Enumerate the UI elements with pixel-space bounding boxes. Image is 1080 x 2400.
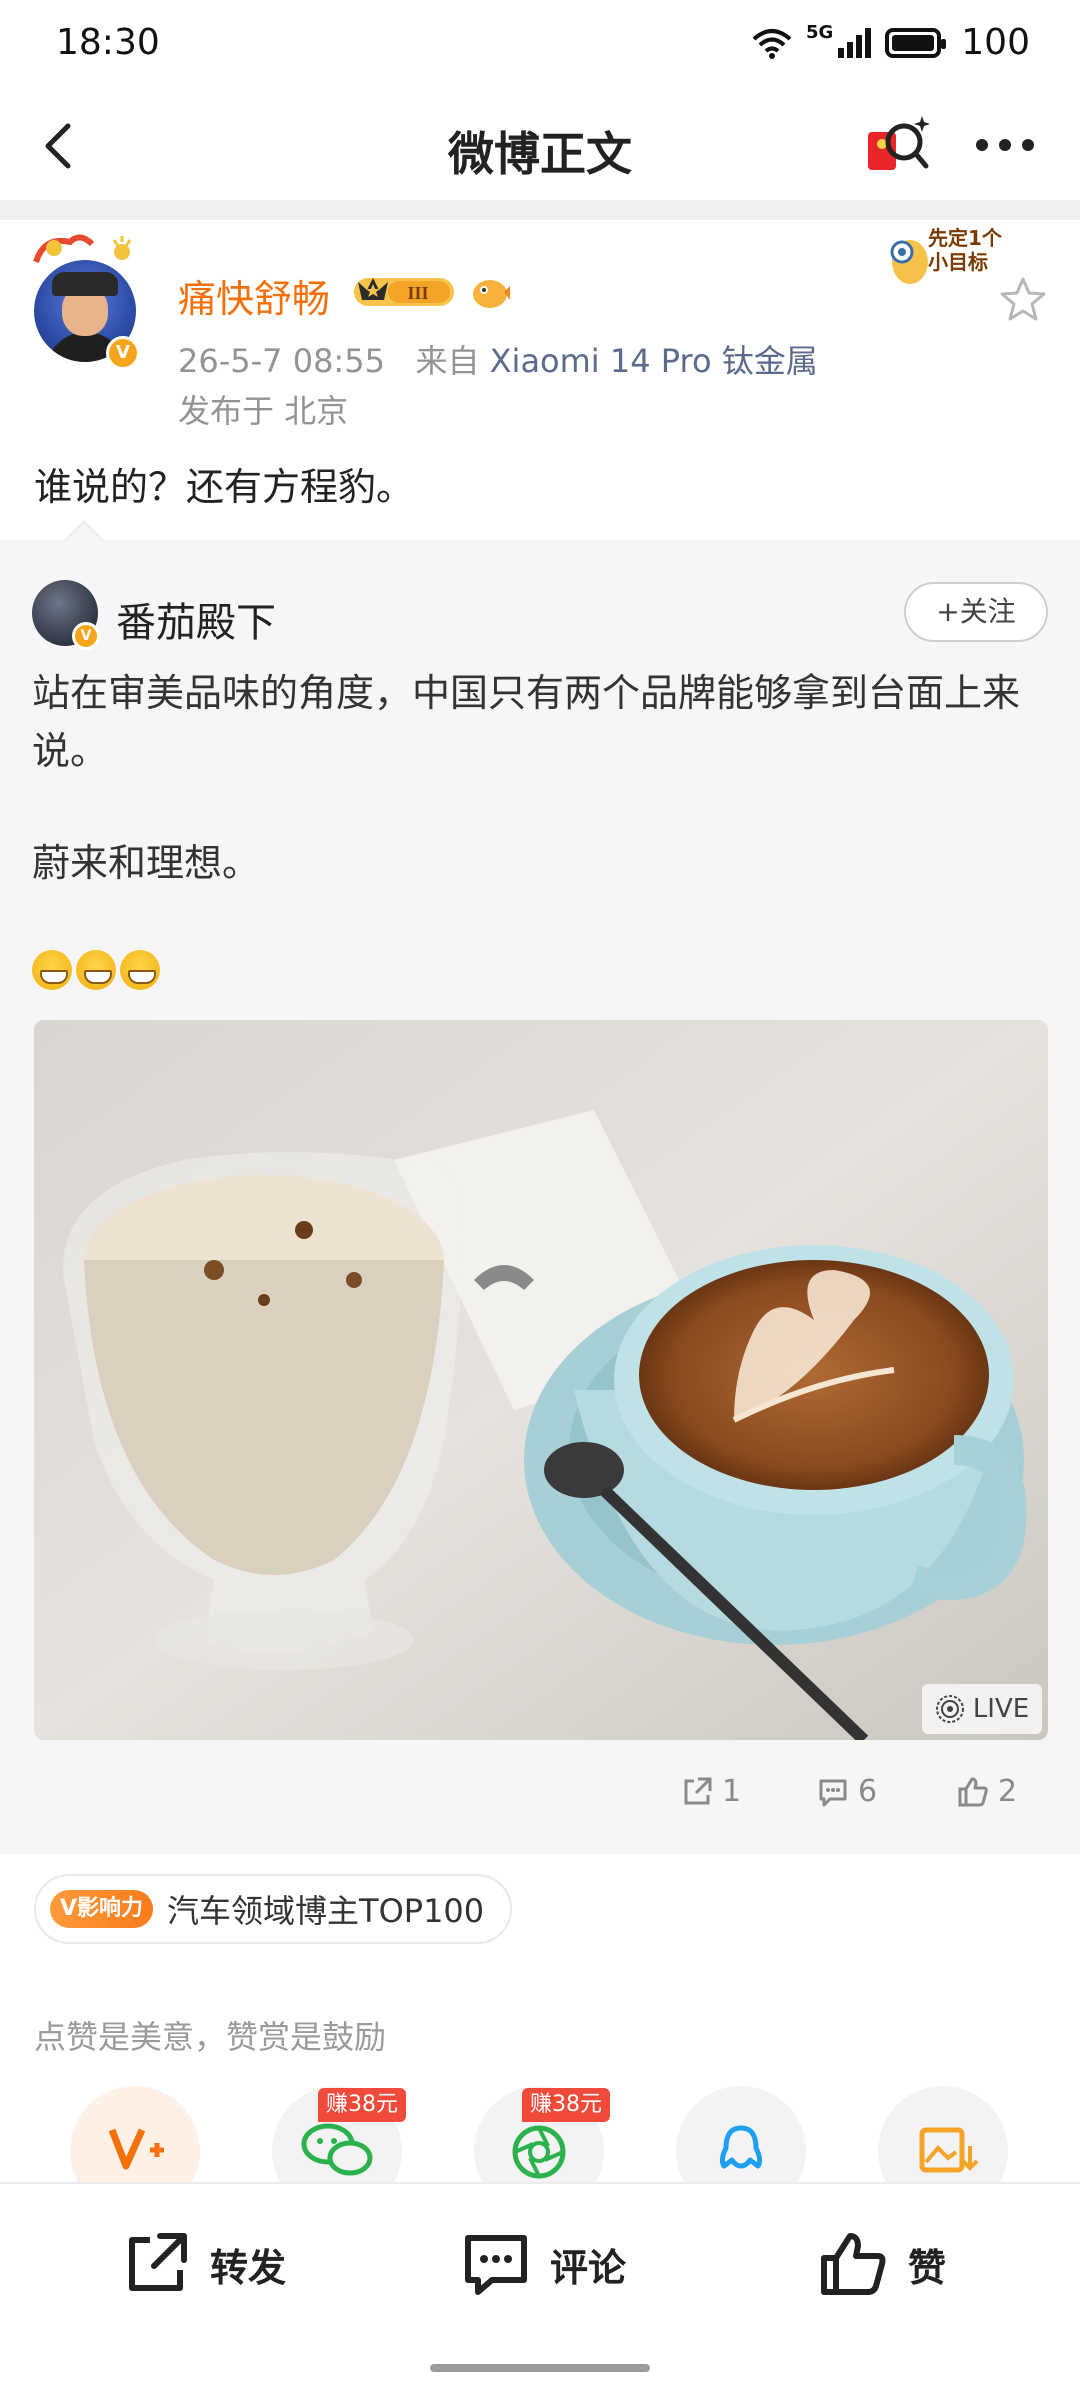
post-meta: 26-5-7 08:55 来自 Xiaomi 14 Pro 钛金属	[178, 336, 818, 382]
influence-text: 汽车领域博主TOP100	[167, 1892, 485, 1930]
screen: 18:30 5G 100 微博正文 V 痛快舒畅 III 26-5-7 08:5…	[0, 0, 1080, 2400]
grin-emoji-icon	[120, 950, 160, 990]
repost-label: 转发	[210, 2245, 287, 2290]
signal-icon	[838, 27, 872, 58]
live-photo-icon	[935, 1695, 964, 1723]
battery-icon	[885, 27, 947, 58]
comment-button[interactable]: 评论	[460, 2228, 626, 2300]
grin-emoji-icon	[32, 950, 72, 990]
post-time: 26-5-7 08:55	[178, 342, 385, 380]
battery-level: 100	[961, 22, 1030, 63]
follow-button[interactable]: +关注	[904, 582, 1048, 642]
earn-reward-tag: 赚38元	[318, 2088, 406, 2122]
retweet-comment-action[interactable]: 6	[816, 1774, 877, 1809]
qq-icon	[719, 2125, 763, 2169]
like-label: 赞	[908, 2245, 947, 2290]
network-type: 5G	[805, 22, 834, 43]
like-icon	[958, 1777, 988, 1806]
like-count: 2	[998, 1774, 1018, 1809]
post-source-prefix: 来自	[415, 342, 480, 380]
comment-count: 6	[858, 1774, 878, 1809]
live-photo-badge: LIVE	[922, 1684, 1042, 1734]
verified-badge-icon: V	[106, 336, 140, 370]
nav-bar: 微博正文	[0, 92, 1080, 200]
repost-icon	[129, 2233, 187, 2291]
post-location: 发布于 北京	[178, 392, 349, 430]
repost-button[interactable]: 转发	[120, 2228, 286, 2300]
member-level-text: III	[407, 283, 428, 303]
comment-label: 评论	[550, 2245, 627, 2290]
like-icon	[821, 2233, 886, 2295]
influence-tag: V影响力	[50, 1890, 154, 1928]
coffee-photo-illustration	[34, 1020, 1048, 1740]
retweet-repost-action[interactable]: 1	[680, 1774, 741, 1809]
avatar-frame-decoration	[33, 234, 132, 264]
earn-reward-tag: 赚38元	[522, 2088, 610, 2122]
status-time: 18:30	[56, 22, 160, 63]
comment-icon	[819, 1779, 847, 1806]
home-indicator[interactable]	[430, 2364, 650, 2372]
retweeted-post[interactable]: V 番茄殿下 +关注 站在审美品味的角度，中国只有两个品牌能够拿到台面上来说。 …	[0, 520, 1080, 1854]
repost-count: 1	[722, 1774, 742, 1809]
post-text: 谁说的？还有方程豹。	[34, 465, 415, 509]
author-avatar[interactable]: V	[30, 232, 140, 372]
verified-badge-icon: V	[72, 622, 100, 650]
save-image-icon	[919, 2127, 979, 2173]
retweet-author-name[interactable]: 番茄殿下	[116, 590, 276, 648]
status-bar: 18:30 5G 100	[0, 0, 1080, 92]
grin-emoji-icon	[76, 950, 116, 990]
section-divider	[0, 200, 1080, 220]
retweet-text: 站在审美品味的角度，中国只有两个品牌能够拿到台面上来说。 蔚来和理想。	[32, 664, 1042, 946]
member-level-badge[interactable]: III	[352, 272, 462, 312]
post-photo[interactable]: LIVE	[34, 1020, 1048, 1740]
more-icon[interactable]	[970, 120, 1040, 170]
live-label: LIVE	[972, 1694, 1030, 1724]
status-indicators: 5G 100	[752, 22, 1030, 63]
retweet-like-action[interactable]: 2	[956, 1774, 1017, 1809]
emoji-row	[32, 950, 160, 990]
post-source-device[interactable]: Xiaomi 14 Pro 钛金属	[490, 342, 818, 380]
goal-sticker[interactable]: 先定1个小目标	[888, 222, 1014, 296]
retweet-paragraph: 站在审美品味的角度，中国只有两个品牌能够拿到台面上来说。	[32, 671, 1021, 773]
repost-icon	[684, 1777, 712, 1804]
like-button[interactable]: 赞	[818, 2228, 946, 2300]
red-packet-search-icon[interactable]	[862, 110, 934, 182]
pufferfish-pet-icon[interactable]	[468, 272, 510, 312]
influence-badge[interactable]: V影响力 汽车领域博主TOP100	[34, 1874, 513, 1944]
retweet-pointer	[64, 520, 104, 560]
comment-icon	[465, 2235, 527, 2295]
v-plus-icon	[108, 2128, 164, 2170]
retweet-paragraph: 蔚来和理想。	[32, 841, 261, 885]
wifi-icon	[752, 28, 792, 59]
goal-sticker-text: 先定1个小目标	[928, 226, 1002, 274]
author-name[interactable]: 痛快舒畅	[178, 268, 330, 323]
favorite-star-icon[interactable]	[998, 274, 1048, 324]
praise-hint: 点赞是美意，赞赏是鼓励	[34, 2018, 387, 2056]
